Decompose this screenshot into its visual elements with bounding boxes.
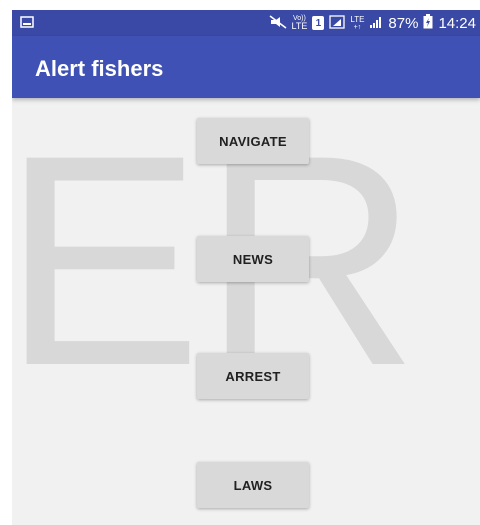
- status-icons: Vo)) LTE 1 LTE +↑ 87% 14:24: [269, 10, 476, 36]
- sim-number: 1: [315, 17, 322, 29]
- volte-label-bottom: LTE: [291, 21, 308, 31]
- news-button[interactable]: NEWS: [197, 236, 309, 282]
- arrest-button[interactable]: ARREST: [197, 353, 309, 399]
- lte-icon: LTE +↑: [350, 14, 365, 31]
- signal-bars-icon: [369, 15, 383, 32]
- mute-icon: [269, 14, 287, 32]
- network-label-bottom: +↑: [353, 23, 362, 31]
- sim-icon: 1: [312, 16, 325, 30]
- clock: 14:24: [438, 14, 476, 32]
- app-title: Alert fishers: [35, 56, 164, 81]
- network-label-top: LTE: [350, 14, 365, 24]
- battery-percent: 87%: [388, 14, 419, 32]
- app-bar: Alert fishers: [12, 36, 480, 98]
- signal-icon: [329, 14, 345, 32]
- battery-icon: [423, 14, 433, 32]
- gallery-notification-icon: [20, 15, 34, 29]
- navigate-button[interactable]: NAVIGATE: [197, 118, 309, 164]
- laws-button[interactable]: LAWS: [197, 462, 309, 508]
- phone-screen: Vo)) LTE 1 LTE +↑ 87% 14:24 Alert fisher…: [12, 10, 480, 525]
- volte-icon: Vo)) LTE: [292, 15, 308, 31]
- status-bar: Vo)) LTE 1 LTE +↑ 87% 14:24: [12, 10, 480, 36]
